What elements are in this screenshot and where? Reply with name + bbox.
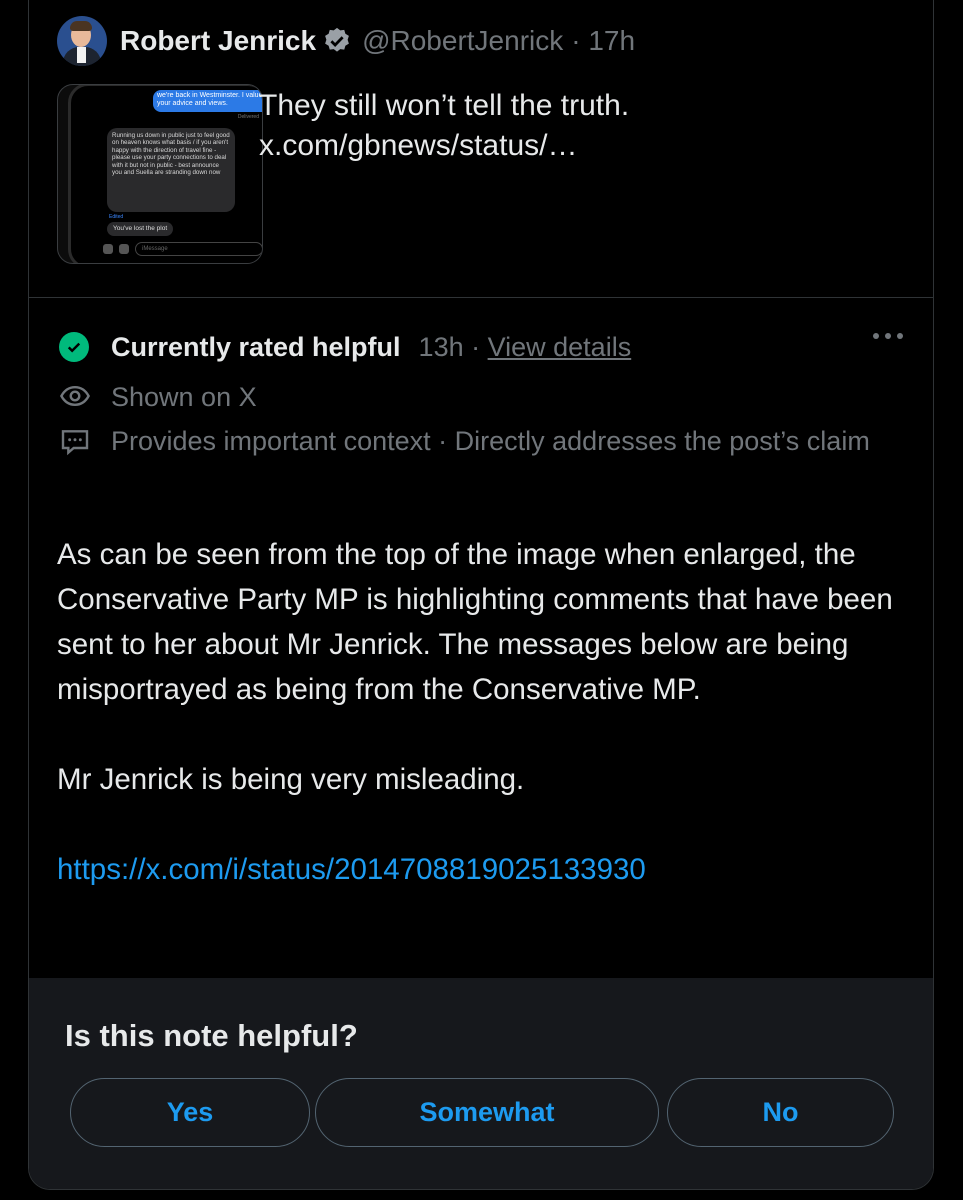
- post-time[interactable]: · 17h: [571, 25, 635, 57]
- post-link-text[interactable]: x.com/gbnews/status/…: [259, 126, 629, 166]
- note-status-row: Currently rated helpful 13h · View detai…: [59, 332, 631, 363]
- view-details-link[interactable]: View details: [488, 332, 632, 362]
- shown-on-label: Shown on X: [111, 382, 257, 412]
- author-handle[interactable]: @RobertJenrick: [362, 25, 563, 57]
- delivered-label: Delivered: [237, 114, 259, 120]
- note-body: As can be seen from the top of the image…: [57, 532, 917, 892]
- camera-icon: [103, 244, 113, 254]
- message-input-bar: iMessage: [103, 242, 262, 256]
- more-options-icon[interactable]: [873, 333, 903, 339]
- quoted-post-text[interactable]: They still won’t tell the truth. x.com/g…: [259, 86, 629, 166]
- edited-label: Edited: [109, 214, 124, 220]
- rating-question: Is this note helpful?: [65, 1018, 358, 1053]
- author-name[interactable]: Robert Jenrick: [120, 25, 316, 57]
- no-button[interactable]: No: [667, 1078, 894, 1147]
- blue-message-bubble: we're back in Westminster. I value your …: [153, 90, 262, 112]
- check-circle-icon: [59, 332, 89, 362]
- note-status: Currently rated helpful: [111, 332, 401, 362]
- reasons-row: Provides important context · Directly ad…: [59, 423, 901, 459]
- post-media-thumbnail[interactable]: we're back in Westminster. I value your …: [57, 84, 263, 264]
- comment-box-icon: [61, 430, 89, 456]
- author-avatar[interactable]: [57, 16, 107, 66]
- note-reasons: Provides important context · Directly ad…: [111, 426, 870, 456]
- screenshot-image: we're back in Westminster. I value your …: [68, 85, 262, 263]
- divider: [29, 297, 933, 298]
- rating-footer: Is this note helpful? Yes Somewhat No: [29, 978, 933, 1189]
- note-paragraph: Mr Jenrick is being very misleading.: [57, 763, 525, 796]
- message-input: iMessage: [135, 242, 262, 256]
- somewhat-button[interactable]: Somewhat: [315, 1078, 659, 1147]
- shown-on-row: Shown on X: [59, 379, 257, 415]
- verified-badge-icon: [325, 27, 349, 52]
- quoted-post-header[interactable]: Robert Jenrick @RobertJenrick · 17h: [57, 16, 635, 66]
- post-card: Robert Jenrick @RobertJenrick · 17h we'r…: [28, 0, 934, 1190]
- note-source-link[interactable]: https://x.com/i/status/20147088190251339…: [57, 847, 917, 892]
- note-time: 13h ·: [418, 332, 481, 362]
- reply-bubble: You've lost the plot: [107, 222, 174, 236]
- grey-message-bubble: Running us down in public just to feel g…: [107, 128, 235, 212]
- yes-button[interactable]: Yes: [70, 1078, 310, 1147]
- note-meta: 13h · View details: [419, 332, 632, 363]
- apps-icon: [119, 244, 129, 254]
- note-paragraph: As can be seen from the top of the image…: [57, 538, 893, 706]
- post-text-line: They still won’t tell the truth.: [259, 89, 630, 122]
- eye-icon: [60, 385, 90, 407]
